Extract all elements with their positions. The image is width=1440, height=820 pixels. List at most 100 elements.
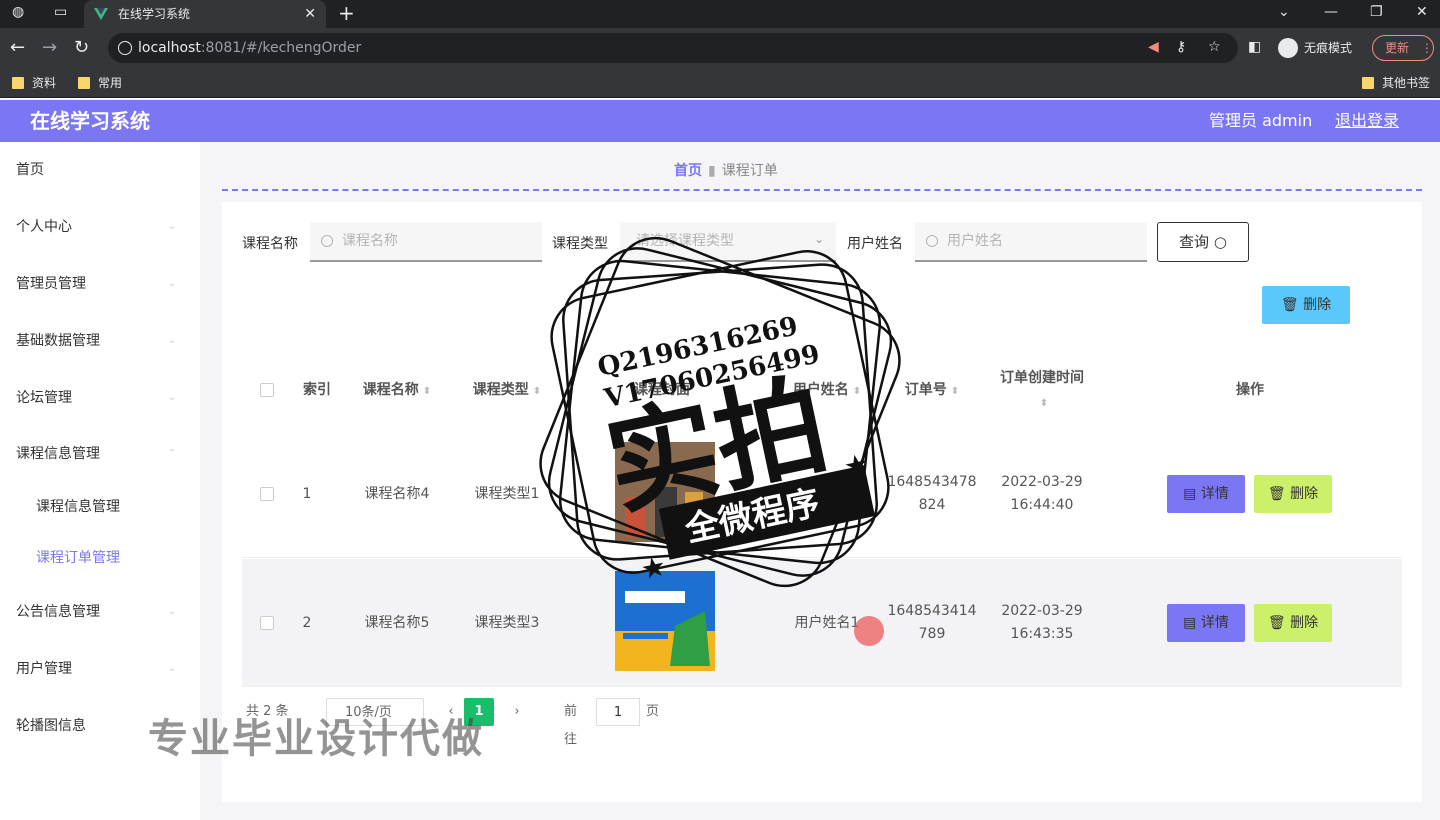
row-checkbox[interactable] bbox=[242, 430, 292, 558]
divider bbox=[222, 189, 1422, 191]
course-name-label: 课程名称 bbox=[242, 236, 298, 252]
sidebar-item-label: 基础数据管理 bbox=[16, 333, 100, 349]
detail-label: 详情 bbox=[1200, 615, 1229, 631]
sidebar-item-label: 课程订单管理 bbox=[36, 550, 120, 566]
update-label: 更新 bbox=[1385, 41, 1410, 55]
next-page-button[interactable]: › bbox=[502, 698, 532, 726]
page-unit-label: 页 bbox=[646, 704, 660, 719]
column-label: 课程类型 bbox=[472, 382, 529, 398]
sidebar-item-label: 管理员管理 bbox=[16, 276, 86, 292]
vue-logo-icon bbox=[94, 8, 108, 20]
search-icon: ○ bbox=[1213, 233, 1227, 251]
back-icon[interactable]: ← bbox=[10, 36, 25, 60]
bookmark-label: 常用 bbox=[98, 76, 123, 90]
sidebar-item-label: 轮播图信息 bbox=[16, 718, 86, 734]
detail-button[interactable]: ▤ 详情 bbox=[1167, 604, 1245, 642]
app-header: 在线学习系统 管理员 admin 退出登录 bbox=[0, 100, 1440, 142]
bulk-delete-label: 删除 bbox=[1303, 297, 1332, 313]
checkbox-box bbox=[260, 383, 274, 397]
query-button[interactable]: 查询 ○ bbox=[1157, 222, 1249, 262]
breadcrumb-home[interactable]: 首页 bbox=[674, 163, 702, 179]
reload-icon[interactable]: ↻ bbox=[74, 36, 89, 60]
admin-label: 管理员 admin bbox=[1209, 111, 1313, 130]
created-time-cell: 2022-03-29 16:44:40 bbox=[987, 430, 1097, 558]
trash-icon: 🗑 bbox=[1280, 297, 1299, 313]
sidebar-subitem-course-info[interactable]: 课程信息管理 bbox=[0, 482, 200, 532]
column-header[interactable]: 课程名称 ⬍ bbox=[342, 352, 452, 428]
minimize-icon[interactable]: — bbox=[1324, 0, 1338, 24]
sidebar-subitem-course-orders[interactable]: 课程订单管理 bbox=[0, 533, 200, 583]
folder-icon bbox=[12, 77, 24, 89]
sort-icon[interactable]: ⬍ bbox=[1040, 398, 1048, 409]
address-bar[interactable]: localhost:8081/#/kechengOrder bbox=[108, 33, 1238, 63]
sidebar-item-course-info[interactable]: 课程信息管理 ⌃ bbox=[0, 426, 200, 482]
close-tab-icon[interactable]: ✕ bbox=[304, 0, 316, 28]
sort-icon[interactable]: ⬍ bbox=[951, 386, 959, 397]
checkbox-box bbox=[260, 487, 274, 501]
incognito-label: 无痕模式 bbox=[1304, 41, 1353, 55]
watermark-stamp: Q2196316269 V17060256499 实拍 全微程序 ★ ★ bbox=[539, 236, 901, 588]
cursor-highlight bbox=[854, 616, 884, 646]
bookmark-folder[interactable]: 常用 bbox=[78, 74, 122, 92]
key-icon[interactable]: ⚷ bbox=[1176, 39, 1186, 55]
star-icon: ★ bbox=[638, 549, 669, 586]
star-icon[interactable]: ☆ bbox=[1208, 39, 1221, 55]
close-window-icon[interactable]: ✕ bbox=[1416, 0, 1428, 24]
column-header[interactable]: 订单创建时间 ⬍ bbox=[987, 352, 1097, 428]
browser-tab-strip: ◍ ▭ 在线学习系统 ✕ + ⌄ — ❐ ✕ bbox=[0, 0, 1440, 28]
incognito-icon bbox=[1278, 38, 1298, 58]
forward-icon[interactable]: → bbox=[42, 36, 57, 60]
bookmarks-bar: 资料 常用 其他书签 bbox=[0, 68, 1440, 98]
sidebar-item-profile[interactable]: 个人中心 ⌄ bbox=[0, 199, 200, 255]
new-tab-icon[interactable]: + bbox=[338, 0, 355, 26]
blocked-sound-icon[interactable]: ◀ bbox=[1148, 39, 1159, 55]
sort-icon[interactable]: ⬍ bbox=[423, 386, 431, 397]
chevron-down-icon: ⌄ bbox=[167, 278, 176, 289]
delete-button[interactable]: 🗑 删除 bbox=[1254, 475, 1332, 513]
watermark-bottom-text: 专业毕业设计代做 bbox=[148, 716, 484, 762]
bookmark-folder[interactable]: 资料 bbox=[12, 74, 56, 92]
column-label: 课程名称 bbox=[362, 382, 419, 398]
url-path: :8081/#/kechengOrder bbox=[200, 40, 362, 56]
tab-list-icon[interactable]: ▭ bbox=[54, 0, 67, 24]
incognito-indicator[interactable]: 无痕模式 bbox=[1278, 38, 1352, 58]
created-date: 2022-03-29 bbox=[1001, 603, 1083, 619]
sidebar-item-home[interactable]: 首页 bbox=[0, 142, 200, 198]
trash-icon: 🗑 bbox=[1267, 486, 1286, 502]
course-name-cell: 课程名称4 bbox=[364, 485, 430, 502]
row-checkbox[interactable] bbox=[242, 559, 292, 687]
site-info-icon[interactable] bbox=[118, 41, 132, 55]
other-bookmarks-label: 其他书签 bbox=[1382, 76, 1431, 90]
restore-icon[interactable]: ❐ bbox=[1370, 0, 1383, 24]
logout-link[interactable]: 退出登录 bbox=[1335, 110, 1399, 132]
other-bookmarks[interactable]: 其他书签 bbox=[1362, 74, 1430, 92]
sidebar-item-label: 课程信息管理 bbox=[16, 446, 100, 462]
update-button[interactable]: 更新 ⋮ bbox=[1372, 35, 1434, 61]
sidebar-item-forum[interactable]: 论坛管理 ⌄ bbox=[0, 370, 200, 426]
document-icon: ▤ bbox=[1183, 486, 1197, 502]
sidebar-item-admins[interactable]: 管理员管理 ⌄ bbox=[0, 256, 200, 312]
detail-label: 详情 bbox=[1200, 486, 1229, 502]
search-icon bbox=[321, 235, 333, 247]
chevron-down-icon: ⌄ bbox=[167, 606, 176, 617]
sidebar-item-basic-data[interactable]: 基础数据管理 ⌄ bbox=[0, 313, 200, 369]
goto-page-input[interactable] bbox=[596, 698, 640, 726]
detail-button[interactable]: ▤ 详情 bbox=[1167, 475, 1245, 513]
select-all-checkbox[interactable] bbox=[242, 352, 292, 428]
globe-icon[interactable]: ◍ bbox=[12, 0, 24, 24]
sidebar-item-label: 课程信息管理 bbox=[36, 499, 120, 515]
delete-button[interactable]: 🗑 删除 bbox=[1254, 604, 1332, 642]
bulk-delete-button[interactable]: 🗑 删除 bbox=[1262, 286, 1350, 324]
course-name-input[interactable] bbox=[310, 222, 542, 262]
chevron-down-icon[interactable]: ⌄ bbox=[1278, 0, 1290, 24]
breadcrumb-current: 课程订单 bbox=[721, 163, 778, 179]
user-name-input[interactable] bbox=[915, 222, 1147, 262]
breadcrumb: 首页 ▮ 课程订单 bbox=[674, 162, 778, 180]
checkbox-box bbox=[260, 616, 274, 630]
chevron-down-icon: ⌄ bbox=[167, 663, 176, 674]
side-panel-icon[interactable]: ◧ bbox=[1248, 39, 1261, 55]
sidebar-item-notices[interactable]: 公告信息管理 ⌄ bbox=[0, 584, 200, 640]
order-no-part: 824 bbox=[918, 497, 946, 513]
browser-tab[interactable]: 在线学习系统 ✕ bbox=[84, 0, 326, 28]
sidebar-item-users[interactable]: 用户管理 ⌄ bbox=[0, 641, 200, 697]
